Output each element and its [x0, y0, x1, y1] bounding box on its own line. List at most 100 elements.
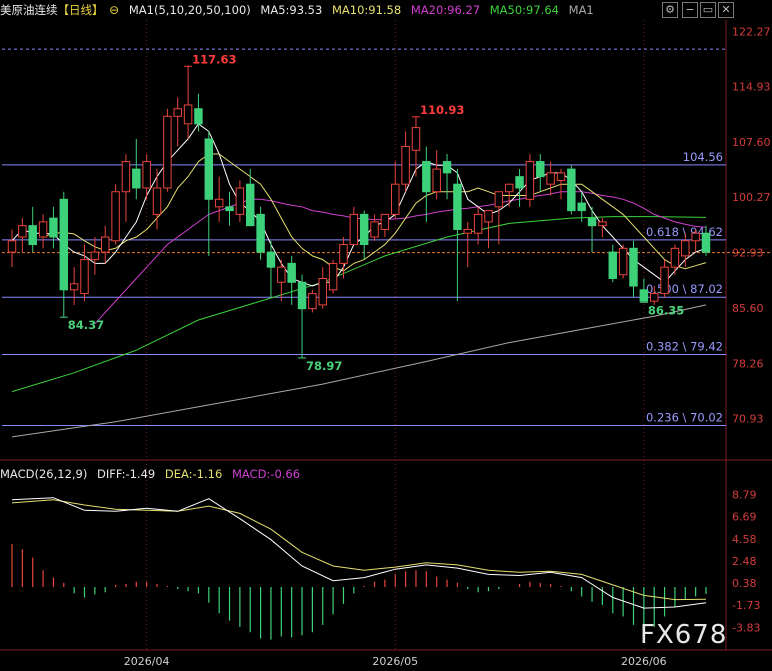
candle-down	[453, 183, 462, 230]
candle-down	[577, 202, 586, 212]
price-axis-tick: 85.60	[732, 302, 764, 315]
candle-up	[111, 191, 120, 242]
candle-up	[349, 213, 359, 246]
fib-level-label: 0.236 \ 70.02	[646, 410, 723, 424]
fib-level-label: 104.56	[683, 150, 723, 164]
candle-up	[380, 213, 390, 230]
candle-up	[18, 225, 27, 238]
candle-up	[432, 168, 441, 193]
candle-down	[287, 262, 296, 283]
candle-up	[142, 161, 151, 189]
candle-down	[701, 232, 711, 253]
extreme-value-label: 86.35	[648, 303, 684, 317]
candle-up	[214, 198, 224, 208]
candle-up	[235, 187, 245, 215]
time-axis-tick: 2026/04	[124, 655, 170, 668]
price-axis-tick: 78.26	[732, 357, 764, 370]
candle-up	[173, 108, 182, 117]
candle-up	[681, 240, 690, 257]
candle-up	[401, 145, 410, 185]
close-icon[interactable]: ✕	[718, 2, 734, 18]
candle-up	[370, 221, 379, 238]
candle-down	[359, 213, 369, 246]
candle-down	[567, 168, 576, 212]
candle-down	[639, 289, 649, 302]
candle-up	[556, 172, 566, 181]
macd-dea-value: DEA:-1.16	[164, 467, 223, 481]
indicator-settings-icon[interactable]: ⊖	[109, 3, 119, 17]
candle-down	[225, 206, 234, 212]
macd-panel-header: MACD(26,12,9) DIFF:-1.49 DEA:-1.16 MACD:…	[0, 464, 306, 484]
candle-down	[256, 213, 265, 253]
candle-up	[670, 247, 680, 268]
candle-up	[328, 262, 338, 291]
candle-down	[297, 281, 307, 310]
candle-up	[391, 183, 400, 215]
candle-up	[494, 191, 504, 208]
candle-down	[587, 217, 597, 227]
candle-up	[121, 161, 131, 193]
macd-dea-line	[11, 499, 707, 601]
candle-down	[608, 251, 618, 279]
macd-name: MACD(26,12,9)	[0, 467, 88, 481]
price-panel-header: 美原油连续【日线】 ⊖ MA1(5,10,20,50,100) MA5:93.5…	[0, 0, 600, 20]
candle-up	[504, 183, 514, 193]
candle-up	[100, 236, 110, 253]
period-label[interactable]: 【日线】	[58, 3, 104, 17]
ma50-value: MA50:97.64	[489, 3, 559, 17]
candle-up	[308, 293, 317, 310]
candle-down	[515, 176, 524, 189]
candle-up	[163, 115, 172, 189]
price-axis-tick: 70.93	[732, 413, 764, 426]
restore-icon[interactable]: ▭	[700, 2, 716, 18]
candle-down	[49, 217, 58, 238]
candle-down	[266, 251, 276, 268]
macd-hist-value: MACD:-0.66	[231, 467, 301, 481]
candle-down	[28, 225, 37, 246]
candle-up	[277, 266, 286, 283]
ma100-line	[11, 304, 707, 438]
candle-down	[422, 161, 431, 193]
candle-down	[194, 108, 203, 125]
candle-up	[90, 251, 100, 261]
extreme-value-label: 117.63	[192, 52, 236, 66]
candle-up	[183, 104, 193, 125]
fib-level-label: 0.382 \ 79.42	[646, 340, 723, 354]
candle-up	[618, 247, 628, 276]
ma5-value: MA5:93.53	[260, 3, 323, 17]
candle-down	[536, 161, 545, 178]
candle-up	[691, 232, 700, 242]
macd-axis-tick: -3.83	[732, 621, 760, 634]
candle-up	[484, 210, 493, 223]
extreme-value-label: 84.37	[68, 318, 104, 332]
candle-up	[318, 277, 327, 306]
extreme-value-label: 110.93	[420, 103, 464, 117]
macd-axis-tick: 6.69	[732, 511, 757, 524]
fx678-watermark: FX678	[640, 620, 728, 650]
candle-up	[7, 240, 17, 253]
candle-up	[525, 161, 535, 200]
macd-axis-tick: 0.38	[732, 577, 757, 590]
price-axis-tick: 107.60	[732, 136, 771, 149]
macd-axis-tick: -1.73	[732, 599, 760, 612]
candle-down	[204, 138, 214, 200]
candle-down	[246, 183, 255, 227]
time-axis-tick: 2026/06	[621, 655, 667, 668]
candle-up	[38, 221, 48, 238]
macd-diff-value: DIFF:-1.49	[97, 467, 156, 481]
instrument-name: 美原油连续	[0, 3, 58, 17]
macd-axis-tick: 2.48	[732, 555, 757, 568]
candle-up	[660, 266, 669, 295]
ma20-value: MA20:96.27	[410, 3, 481, 17]
settings-icon[interactable]: ⚙	[662, 2, 678, 18]
candle-down	[442, 161, 452, 174]
candle-up	[649, 293, 659, 302]
time-axis-tick: 2026/05	[372, 655, 418, 668]
extreme-value-label: 78.97	[306, 359, 342, 373]
minimize-icon[interactable]: −	[682, 2, 698, 18]
candle-down	[132, 168, 141, 189]
candle-up	[339, 244, 348, 264]
ma50-line	[11, 216, 707, 393]
ma10-value: MA10:91.58	[331, 3, 402, 17]
candle-up	[80, 259, 89, 295]
